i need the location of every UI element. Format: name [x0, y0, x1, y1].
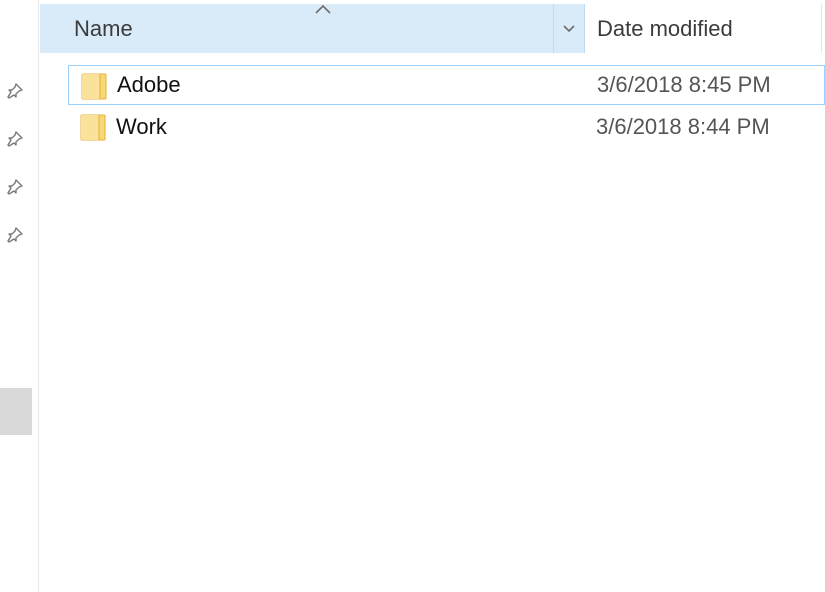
navigation-selected-item[interactable] — [0, 388, 32, 435]
column-header-name-label: Name — [74, 15, 133, 41]
file-date-modified: 3/6/2018 8:45 PM — [597, 72, 771, 97]
column-header-row: Name Date modified — [40, 4, 825, 53]
navigation-pane — [0, 0, 39, 592]
column-header-name[interactable]: Name — [40, 4, 553, 53]
list-item[interactable]: Adobe 3/6/2018 8:45 PM — [68, 65, 825, 105]
pin-icon[interactable] — [6, 82, 24, 100]
folder-icon — [80, 113, 106, 141]
file-name: Work — [116, 114, 167, 139]
chevron-up-icon — [314, 2, 332, 14]
file-explorer-view: Name Date modified Adobe 3/6/2018 8:45 P… — [0, 0, 825, 592]
column-filter-dropdown[interactable] — [553, 4, 585, 53]
folder-icon — [81, 72, 107, 100]
chevron-down-icon — [562, 20, 576, 38]
column-header-date-modified[interactable]: Date modified — [585, 4, 822, 53]
file-list: Adobe 3/6/2018 8:45 PM Work 3/6/2018 8:4… — [68, 65, 825, 149]
list-item[interactable]: Work 3/6/2018 8:44 PM — [68, 107, 825, 147]
pin-icon[interactable] — [6, 178, 24, 196]
file-name: Adobe — [117, 72, 181, 97]
pin-icon[interactable] — [6, 130, 24, 148]
file-date-modified: 3/6/2018 8:44 PM — [596, 114, 770, 139]
column-header-date-label: Date modified — [597, 15, 733, 41]
pin-icon[interactable] — [6, 226, 24, 244]
